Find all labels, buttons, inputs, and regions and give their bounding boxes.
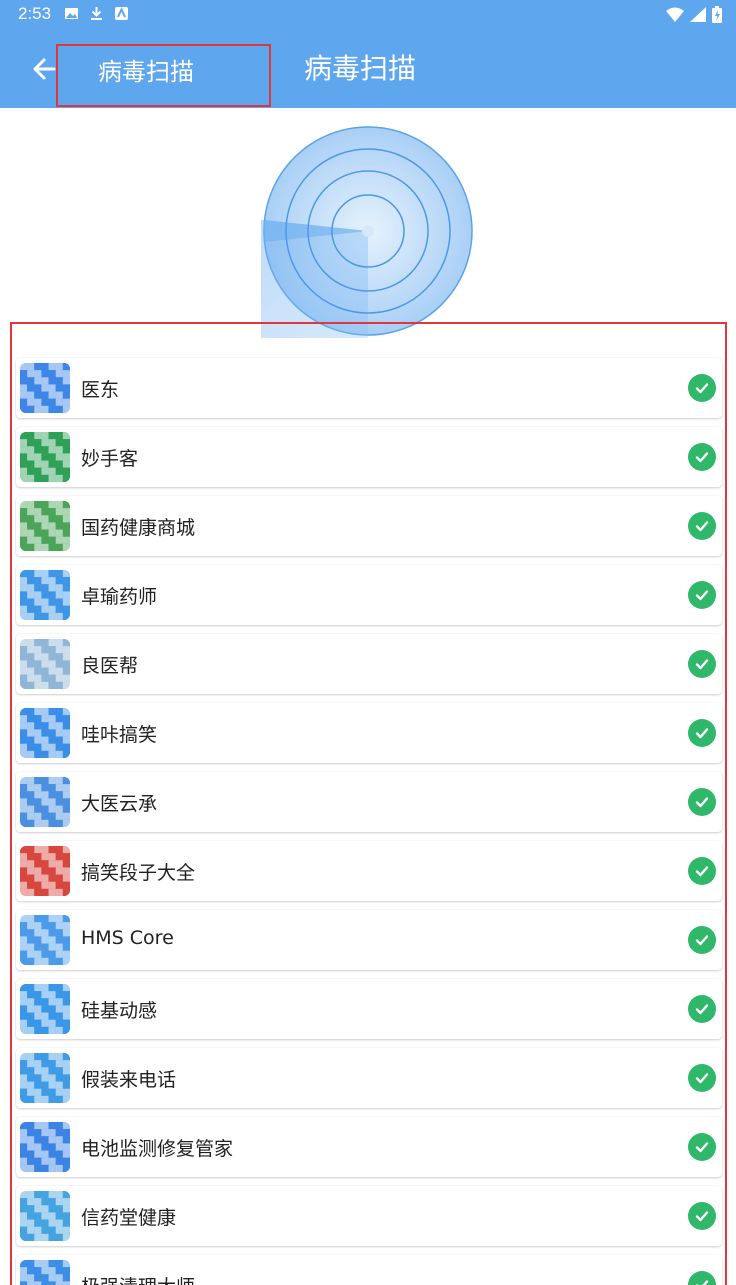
check-circle-icon <box>688 719 716 747</box>
app-name: 医东 <box>81 379 120 401</box>
list-item[interactable]: 卓瑜药师 <box>16 565 722 625</box>
check-circle-icon <box>688 857 716 885</box>
app-icon <box>20 708 70 758</box>
check-circle-icon <box>688 1133 716 1161</box>
app-icon <box>20 1260 70 1285</box>
app-icon <box>20 501 70 551</box>
scan-result-list-frame: 医东妙手客国药健康商城 卓瑜药师良医帮哇咔搞笑大医云承搞笑段子大全 HMS Core… <box>10 322 727 1285</box>
app-name: 假装来电话 <box>81 1069 177 1091</box>
check-circle-icon <box>688 1202 716 1230</box>
list-item[interactable]: 搞笑段子大全 <box>16 841 722 901</box>
list-item[interactable]: 信药堂健康 <box>16 1186 722 1246</box>
app-name: 卓瑜药师 <box>81 586 158 608</box>
app-name: 信药堂健康 <box>81 1207 177 1229</box>
app-icon <box>20 1053 70 1103</box>
list-item[interactable]: 哇咔搞笑 <box>16 703 722 763</box>
app-icon <box>20 432 70 482</box>
wifi-icon <box>666 7 684 26</box>
app-name: HMS Core <box>81 927 174 949</box>
scan-radar <box>160 124 475 428</box>
app-name: 大医云承 <box>81 793 158 815</box>
check-circle-icon <box>688 995 716 1023</box>
app-icon <box>20 1122 70 1172</box>
app-name: 良医帮 <box>81 655 139 677</box>
signal-icon <box>690 7 706 26</box>
check-circle-icon <box>688 1064 716 1092</box>
app-name: 妙手客 <box>81 448 139 470</box>
list-item[interactable]: 硅基动感 <box>16 979 722 1039</box>
check-circle-icon <box>688 926 716 954</box>
app-icon <box>20 639 70 689</box>
scan-result-list[interactable]: 医东妙手客国药健康商城 卓瑜药师良医帮哇咔搞笑大医云承搞笑段子大全 HMS Core… <box>16 358 722 1285</box>
app-icon <box>20 363 70 413</box>
app-name: 极强清理大师 <box>81 1272 195 1285</box>
list-item[interactable]: 大医云承 <box>16 772 722 832</box>
app-icon <box>20 570 70 620</box>
app-name: 电池监测修复管家 <box>81 1138 234 1160</box>
check-circle-icon <box>688 788 716 816</box>
image-notification-icon <box>64 6 79 21</box>
app-icon <box>20 984 70 1034</box>
check-circle-icon <box>688 581 716 609</box>
app-icon <box>20 777 70 827</box>
page-title: 病毒扫描 <box>304 52 417 85</box>
app-name: 哇咔搞笑 <box>81 724 158 746</box>
app-icon <box>20 846 70 896</box>
list-item[interactable]: 电池监测修复管家 <box>16 1117 722 1177</box>
list-item[interactable]: 假装来电话 <box>16 1048 722 1108</box>
list-item[interactable]: 医东 <box>16 358 722 418</box>
app-name: 硅基动感 <box>81 1000 158 1022</box>
list-item[interactable]: 国药健康商城 <box>16 496 722 556</box>
list-item[interactable]: HMS Core <box>16 910 722 970</box>
check-circle-icon <box>688 374 716 402</box>
app-icon <box>20 915 70 965</box>
battery-icon <box>712 6 722 27</box>
check-circle-icon <box>688 512 716 540</box>
list-item[interactable]: 极强清理大师 <box>16 1255 722 1285</box>
highlight-box-title <box>56 44 271 107</box>
check-circle-icon <box>688 650 716 678</box>
app-name: 搞笑段子大全 <box>81 862 196 884</box>
app-notification-icon <box>114 6 129 21</box>
app-icon <box>20 1191 70 1241</box>
list-item[interactable]: 妙手客 <box>16 427 722 487</box>
status-bar: 2:53 <box>0 0 736 32</box>
list-item[interactable]: 良医帮 <box>16 634 722 694</box>
check-circle-icon <box>688 443 716 471</box>
app-name: 国药健康商城 <box>81 517 196 539</box>
status-time: 2:53 <box>18 4 52 23</box>
check-circle-icon <box>688 1271 716 1285</box>
download-icon <box>89 6 104 21</box>
